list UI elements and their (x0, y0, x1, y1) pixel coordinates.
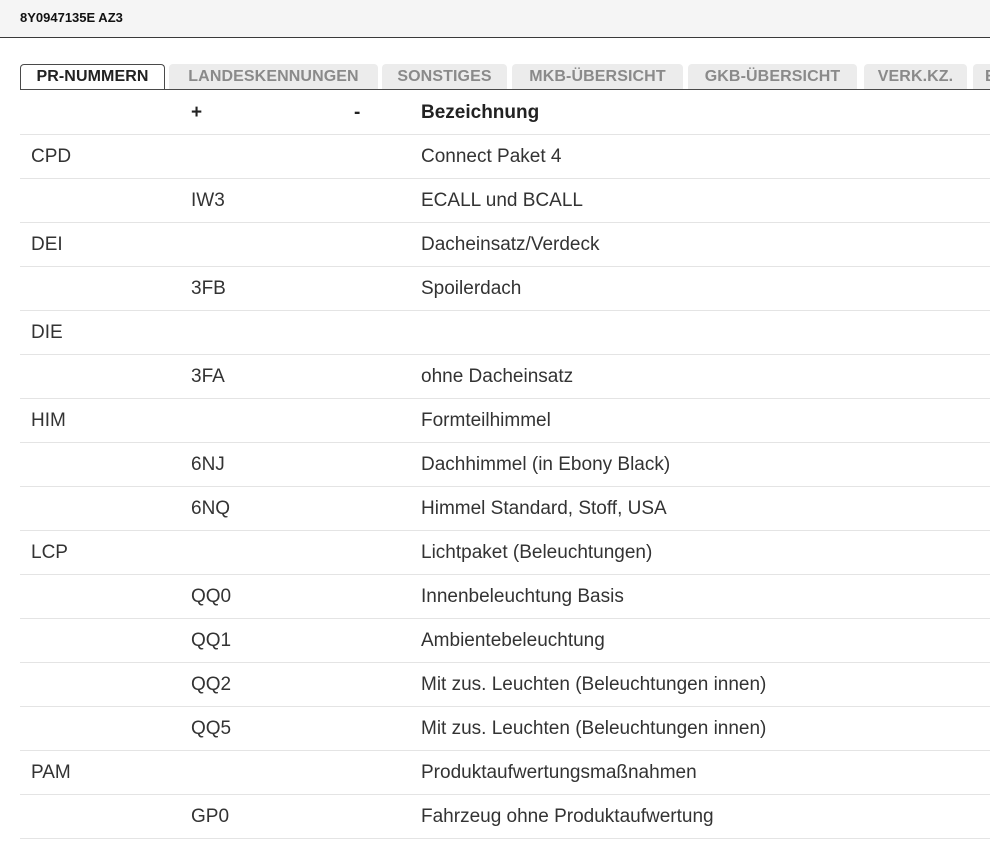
cell-plus (191, 750, 354, 795)
title-bar: 8Y0947135E AZ3 (0, 0, 990, 38)
cell-bezeichnung: Innenbeleuchtung Basis (421, 574, 990, 619)
column-header-minus: - (354, 91, 421, 135)
tab-bar: PR-NUMMERN LANDESKENNUNGEN SONSTIGES MKB… (20, 64, 990, 90)
cell-minus (354, 398, 421, 443)
cell-plus (191, 530, 354, 575)
column-header-plus: + (191, 91, 354, 135)
table-header-row: + - Bezeichnung (20, 91, 990, 135)
cell-plus: 3FB (191, 266, 354, 311)
tab-divider (20, 89, 990, 90)
table-row[interactable]: IW3 ECALL und BCALL (20, 178, 990, 223)
cell-bezeichnung: Fahrzeug ohne Produktaufwertung (421, 794, 990, 839)
cell-plus: QQ2 (191, 662, 354, 707)
cell-plus (191, 398, 354, 443)
cell-family (20, 618, 191, 663)
cell-family (20, 662, 191, 707)
cell-minus (354, 310, 421, 355)
table-row[interactable]: 6NQ Himmel Standard, Stoff, USA (20, 486, 990, 531)
table-row[interactable]: DIE (20, 310, 990, 355)
table-row[interactable]: CPD Connect Paket 4 (20, 134, 990, 179)
table-row[interactable]: 6NJ Dachhimmel (in Ebony Black) (20, 442, 990, 487)
cell-family (20, 574, 191, 619)
cell-bezeichnung: Mit zus. Leuchten (Beleuchtungen innen) (421, 706, 990, 751)
cell-plus: QQ0 (191, 574, 354, 619)
cell-bezeichnung: Himmel Standard, Stoff, USA (421, 486, 990, 531)
cell-minus (354, 222, 421, 267)
tab-gkb-uebersicht[interactable]: GKB-ÜBERSICHT (688, 64, 857, 90)
table-row[interactable]: LCP Lichtpaket (Beleuchtungen) (20, 530, 990, 575)
cell-minus (354, 486, 421, 531)
table-row[interactable]: QQ0 Innenbeleuchtung Basis (20, 574, 990, 619)
cell-plus (191, 222, 354, 267)
cell-family (20, 178, 191, 223)
column-header-bezeichnung: Bezeichnung (421, 91, 990, 135)
cell-minus (354, 354, 421, 399)
cell-minus (354, 442, 421, 487)
cell-plus: 6NQ (191, 486, 354, 531)
cell-bezeichnung: Produktaufwertungsmaßnahmen (421, 750, 990, 795)
part-number-title: 8Y0947135E AZ3 (20, 10, 123, 25)
cell-family (20, 354, 191, 399)
table-row[interactable]: DEI Dacheinsatz/Verdeck (20, 222, 990, 267)
cell-bezeichnung: Lichtpaket (Beleuchtungen) (421, 530, 990, 575)
cell-plus: QQ1 (191, 618, 354, 663)
cell-minus (354, 618, 421, 663)
cell-bezeichnung: Dachhimmel (in Ebony Black) (421, 442, 990, 487)
cell-bezeichnung: Connect Paket 4 (421, 134, 990, 179)
table-row[interactable]: QQ1 Ambientebeleuchtung (20, 618, 990, 663)
table-row[interactable]: HIM Formteilhimmel (20, 398, 990, 443)
tab-sonstiges[interactable]: SONSTIGES (382, 64, 507, 90)
cell-family (20, 266, 191, 311)
cell-family: LCP (20, 530, 191, 575)
cell-bezeichnung (421, 310, 990, 355)
cell-minus (354, 134, 421, 179)
table-row[interactable]: GP0 Fahrzeug ohne Produktaufwertung (20, 794, 990, 839)
cell-plus (191, 310, 354, 355)
cell-minus (354, 530, 421, 575)
cell-family: DEI (20, 222, 191, 267)
pr-numbers-table: + - Bezeichnung CPD Connect Paket 4 IW3 … (20, 91, 990, 839)
cell-family: PAM (20, 750, 191, 795)
cell-bezeichnung: ohne Dacheinsatz (421, 354, 990, 399)
cell-family: HIM (20, 398, 191, 443)
tab-landeskennungen[interactable]: LANDESKENNUNGEN (169, 64, 378, 90)
cell-bezeichnung: Spoilerdach (421, 266, 990, 311)
table-row[interactable]: PAM Produktaufwertungsmaßnahmen (20, 750, 990, 795)
cell-bezeichnung: Ambientebeleuchtung (421, 618, 990, 663)
cell-bezeichnung: Mit zus. Leuchten (Beleuchtungen innen) (421, 662, 990, 707)
cell-family: CPD (20, 134, 191, 179)
cell-family: DIE (20, 310, 191, 355)
cell-bezeichnung: ECALL und BCALL (421, 178, 990, 223)
tab-overflow[interactable]: E (973, 64, 990, 90)
cell-plus: 6NJ (191, 442, 354, 487)
cell-plus: QQ5 (191, 706, 354, 751)
cell-bezeichnung: Formteilhimmel (421, 398, 990, 443)
tab-verk-kz[interactable]: VERK.KZ. (864, 64, 967, 90)
table-row[interactable]: QQ2 Mit zus. Leuchten (Beleuchtungen inn… (20, 662, 990, 707)
cell-bezeichnung: Dacheinsatz/Verdeck (421, 222, 990, 267)
cell-minus (354, 794, 421, 839)
cell-family (20, 794, 191, 839)
column-header-family (20, 91, 191, 135)
cell-family (20, 706, 191, 751)
tab-pr-nummern[interactable]: PR-NUMMERN (20, 64, 165, 90)
cell-minus (354, 574, 421, 619)
table-row[interactable]: 3FB Spoilerdach (20, 266, 990, 311)
cell-minus (354, 266, 421, 311)
cell-plus: IW3 (191, 178, 354, 223)
cell-minus (354, 662, 421, 707)
table-row[interactable]: 3FA ohne Dacheinsatz (20, 354, 990, 399)
cell-plus (191, 134, 354, 179)
table-row[interactable]: QQ5 Mit zus. Leuchten (Beleuchtungen inn… (20, 706, 990, 751)
cell-minus (354, 706, 421, 751)
cell-plus: 3FA (191, 354, 354, 399)
cell-plus: GP0 (191, 794, 354, 839)
cell-family (20, 486, 191, 531)
cell-minus (354, 178, 421, 223)
cell-minus (354, 750, 421, 795)
cell-family (20, 442, 191, 487)
tab-mkb-uebersicht[interactable]: MKB-ÜBERSICHT (512, 64, 683, 90)
